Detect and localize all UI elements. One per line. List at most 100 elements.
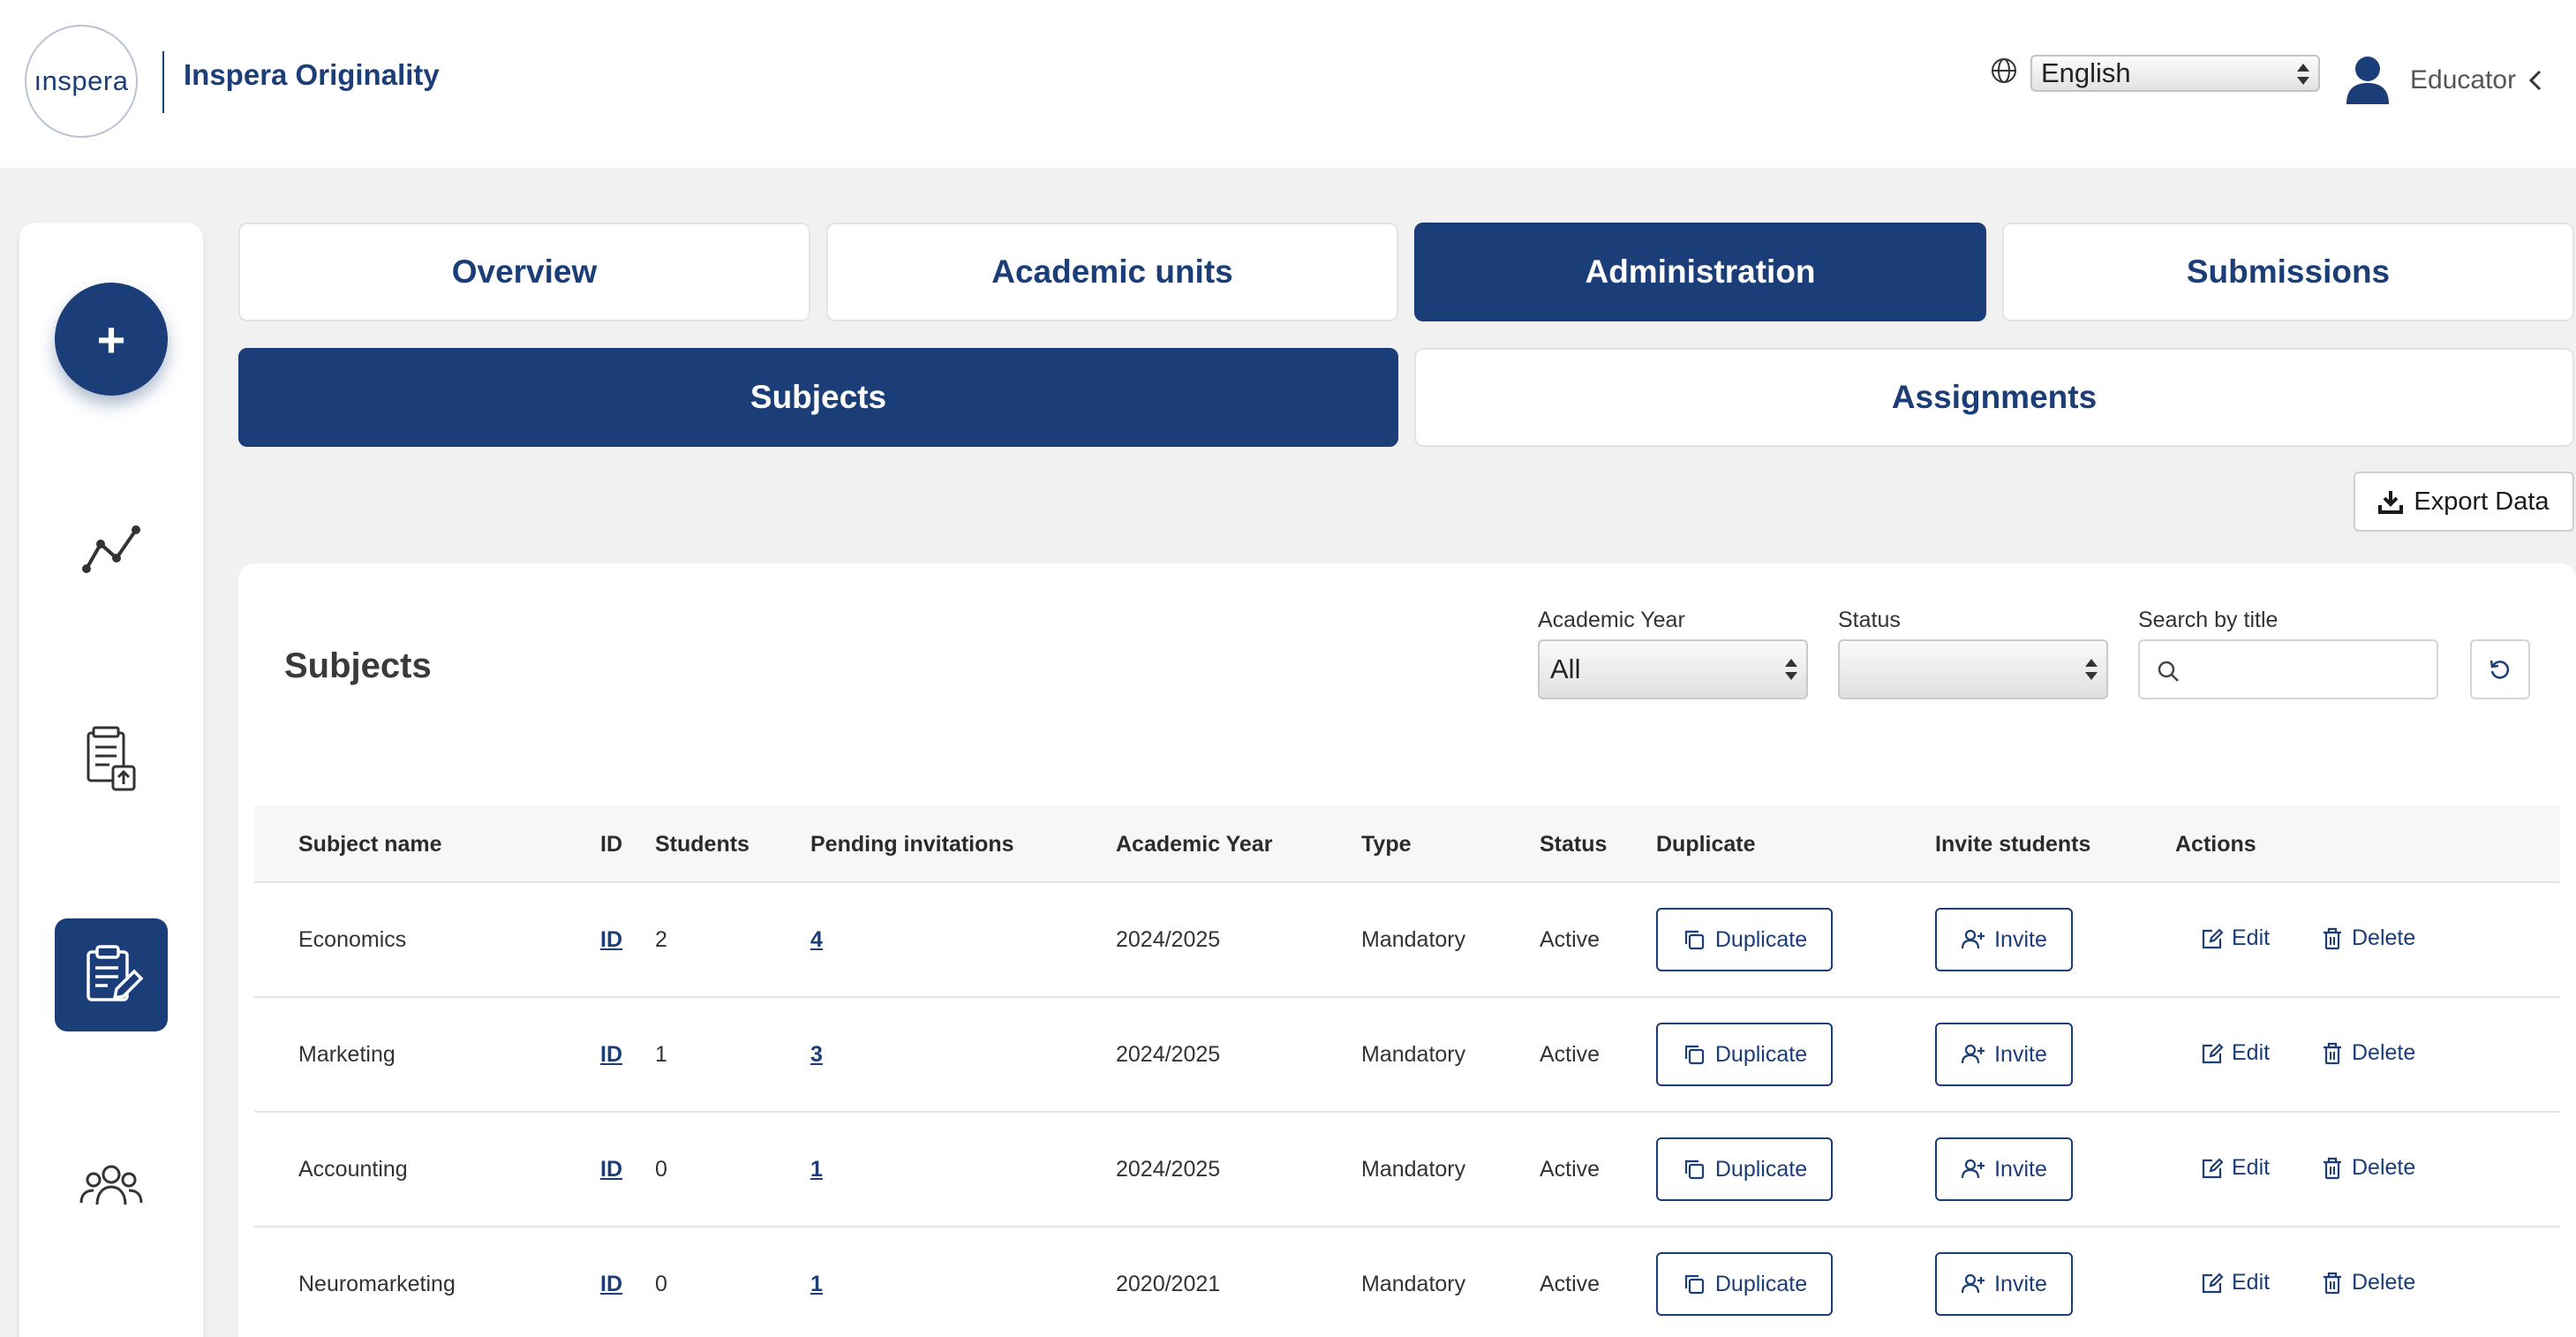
column-header[interactable]: Subject name: [298, 832, 442, 857]
add-user-icon: [1962, 1044, 1985, 1064]
top-header: ınspera Inspera Originality English Educ…: [0, 0, 2576, 168]
select-arrows-icon: [1785, 659, 1797, 680]
select-arrows-icon: [2085, 659, 2098, 680]
edit-label: Edit: [2232, 1155, 2271, 1180]
tab-academic-units[interactable]: Academic units: [826, 223, 1398, 321]
delete-label: Delete: [2352, 1270, 2416, 1295]
add-user-icon: [1962, 929, 1985, 949]
plus-icon: +: [96, 311, 126, 367]
delete-button[interactable]: Delete: [2320, 1155, 2415, 1181]
logo-text: ınspera: [34, 65, 129, 96]
invite-button[interactable]: Invite: [1935, 1252, 2073, 1316]
column-header: Invite students: [1935, 832, 2091, 857]
tab-label: Administration: [1585, 253, 1816, 290]
invite-label: Invite: [1994, 1156, 2047, 1182]
edit-button[interactable]: Edit: [2200, 1155, 2270, 1181]
pending-invitations-link[interactable]: 3: [810, 1042, 823, 1068]
tab-label: Overview: [451, 253, 598, 290]
chevron-left-icon[interactable]: [2527, 69, 2544, 92]
invite-button[interactable]: Invite: [1935, 1023, 2073, 1086]
pending-invitations-link[interactable]: 1: [810, 1272, 823, 1297]
subject-type: Mandatory: [1361, 1272, 1466, 1296]
edit-label: Edit: [2232, 1040, 2271, 1065]
subject-id-link[interactable]: ID: [600, 1042, 622, 1068]
duplicate-button[interactable]: Duplicate: [1656, 1137, 1833, 1201]
invite-button[interactable]: Invite: [1935, 908, 2073, 971]
search-label: Search by title: [2138, 608, 2278, 632]
trash-icon: [2324, 1272, 2341, 1294]
status-label: Status: [1838, 608, 1901, 632]
clipboard-edit-icon: [87, 945, 144, 1001]
add-user-icon: [1962, 1159, 1985, 1179]
pending-invitations-link[interactable]: 4: [810, 927, 823, 953]
subtab-assignments[interactable]: Assignments: [1414, 348, 2574, 447]
pending-invitations-link[interactable]: 1: [810, 1157, 823, 1182]
language-select[interactable]: English: [2030, 55, 2320, 92]
refresh-icon: [2489, 660, 2510, 679]
edit-icon: [2202, 927, 2224, 948]
export-data-button[interactable]: Export Data: [2354, 472, 2574, 532]
invite-label: Invite: [1994, 1041, 2047, 1067]
invite-label: Invite: [1994, 926, 2047, 952]
trash-icon: [2324, 927, 2341, 949]
download-icon: [2378, 491, 2404, 514]
subject-id-link[interactable]: ID: [600, 927, 622, 953]
subject-name: Economics: [298, 927, 407, 952]
duplicate-label: Duplicate: [1714, 1041, 1808, 1067]
status-select[interactable]: [1838, 639, 2108, 699]
column-header[interactable]: Status: [1540, 832, 1607, 857]
copy-icon: [1684, 1159, 1704, 1180]
column-header[interactable]: Type: [1361, 832, 1412, 857]
tab-overview[interactable]: Overview: [238, 223, 810, 321]
table-row: Neuromarketing ID 0 1 2020/2021 Mandator…: [254, 1227, 2560, 1337]
user-role[interactable]: Educator: [2410, 65, 2516, 95]
select-arrows-icon: [2297, 64, 2309, 85]
subtab-subjects[interactable]: Subjects: [238, 348, 1398, 447]
refresh-button[interactable]: [2470, 639, 2530, 699]
subject-status: Active: [1540, 1272, 1601, 1296]
inspera-logo[interactable]: ınspera: [25, 25, 138, 138]
subject-type: Mandatory: [1361, 1157, 1466, 1182]
duplicate-button[interactable]: Duplicate: [1656, 908, 1833, 971]
tab-administration[interactable]: Administration: [1414, 223, 1986, 321]
edit-icon: [2202, 1042, 2224, 1063]
tab-label: Academic units: [991, 253, 1233, 290]
copy-icon: [1684, 930, 1704, 950]
column-header[interactable]: ID: [600, 832, 622, 857]
logo-divider: [162, 51, 164, 113]
sidebar-item-subjects[interactable]: [55, 918, 168, 1031]
language-value: English: [2041, 57, 2131, 88]
invite-button[interactable]: Invite: [1935, 1137, 2073, 1201]
subject-status: Active: [1540, 927, 1601, 952]
delete-button[interactable]: Delete: [2320, 925, 2415, 951]
students-count: 0: [655, 1272, 667, 1296]
column-header[interactable]: Students: [655, 832, 749, 857]
academic-year-value: All: [1550, 653, 1581, 684]
academic-year-select[interactable]: All: [1538, 639, 1808, 699]
upload-document-icon[interactable]: [74, 724, 148, 798]
people-icon[interactable]: [74, 1148, 148, 1222]
delete-button[interactable]: Delete: [2320, 1040, 2415, 1066]
subject-type: Mandatory: [1361, 1042, 1466, 1067]
edit-button[interactable]: Edit: [2200, 1040, 2270, 1066]
analytics-icon[interactable]: [74, 512, 148, 586]
subject-id-link[interactable]: ID: [600, 1272, 622, 1297]
app-name: Inspera Originality: [184, 58, 440, 91]
column-header[interactable]: Academic Year: [1116, 832, 1272, 857]
subject-id-link[interactable]: ID: [600, 1157, 622, 1182]
duplicate-button[interactable]: Duplicate: [1656, 1252, 1833, 1316]
duplicate-label: Duplicate: [1714, 1156, 1808, 1182]
add-button[interactable]: +: [55, 283, 168, 396]
user-icon[interactable]: [2345, 55, 2391, 104]
edit-button[interactable]: Edit: [2200, 925, 2270, 951]
tab-label: Assignments: [1891, 379, 2098, 415]
edit-icon: [2202, 1157, 2224, 1178]
search-input[interactable]: [2138, 639, 2438, 699]
edit-button[interactable]: Edit: [2200, 1270, 2270, 1295]
column-header[interactable]: Pending invitations: [810, 832, 1014, 857]
delete-button[interactable]: Delete: [2320, 1270, 2415, 1295]
students-count: 0: [655, 1157, 667, 1182]
edit-icon: [2202, 1272, 2224, 1293]
duplicate-button[interactable]: Duplicate: [1656, 1023, 1833, 1086]
tab-submissions[interactable]: Submissions: [2002, 223, 2574, 321]
